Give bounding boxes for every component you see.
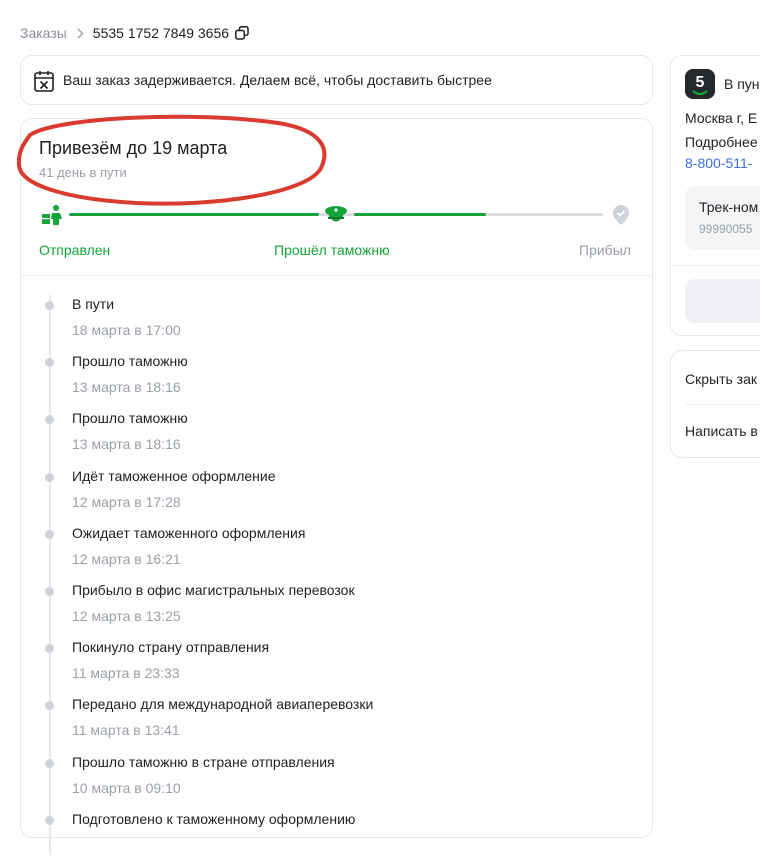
event-time: 12 марта в 17:28: [72, 493, 181, 510]
breadcrumb: Заказы 5535 1752 7849 3656: [20, 24, 249, 42]
pickup-action-button[interactable]: П: [685, 279, 760, 323]
event-time: 12 марта в 16:21: [72, 550, 181, 567]
event-title: Ожидает таможенного оформления: [72, 524, 306, 541]
order-actions-card: Скрыть зак Написать в: [670, 350, 760, 458]
event-time: 11 марта в 13:41: [72, 722, 180, 739]
event-time: 12 марта в 13:25: [72, 608, 181, 624]
courier-parcel-icon: [41, 204, 65, 226]
tracking-event: Идёт таможенное оформление 12 марта в 17:…: [21, 468, 621, 525]
event-title: Передано для международной авиаперевозки: [72, 696, 374, 713]
event-time: 18 марта в 17:00: [72, 322, 181, 338]
chevron-right-icon: [77, 27, 84, 39]
timeline-dot: [45, 644, 54, 654]
pickup-card: 5 В пун Москва г, Е Подробнее 8-800-511-…: [670, 55, 760, 336]
tracking-event: Покинуло страну отправления 11 марта в 23…: [21, 639, 621, 696]
timeline-dot: [45, 358, 54, 368]
timeline-dot: [45, 472, 54, 482]
card-divider: [21, 275, 652, 276]
timeline-dot: [45, 815, 54, 825]
tracking-event: Подготовлено к таможенному оформлению: [21, 811, 621, 868]
progress-fill-second: [354, 213, 486, 216]
breadcrumb-orders-link[interactable]: Заказы: [20, 25, 67, 41]
delay-notice: Ваш заказ задерживается. Делаем всё, что…: [20, 55, 653, 105]
timeline-dot: [45, 301, 54, 310]
pickup-provider-logo: 5: [685, 69, 715, 99]
event-time: 11 марта в 23:33: [72, 665, 180, 682]
event-title: В пути: [72, 296, 115, 312]
stage-customs-label: Прошёл таможню: [274, 242, 390, 258]
stage-sent-label: Отправлен: [39, 242, 111, 258]
destination-pin-icon: [612, 204, 630, 226]
delay-notice-text: Ваш заказ задерживается. Делаем всё, что…: [63, 72, 492, 88]
pickup-address: Москва г, Е: [685, 110, 758, 126]
order-number: 5535 1752 7849 3656: [92, 25, 230, 41]
tracking-event: Прибыло в офис магистральных перевозок 12…: [21, 582, 621, 639]
timeline-dot: [45, 758, 54, 768]
actions-divider: [685, 404, 760, 405]
event-title: Прошло таможню: [72, 353, 188, 370]
tracking-event: Прошло таможню 13 марта в 18:16: [21, 353, 621, 410]
tracking-card: Привезём до 19 марта 41 день в пути Отпр…: [20, 118, 653, 855]
tracking-event: В пути 18 марта в 17:00: [21, 296, 621, 353]
progress-fill: [69, 213, 319, 216]
stage-arrived-label: Прибыл: [579, 242, 631, 258]
event-title: Покинуло страну отправления: [72, 639, 270, 656]
event-title: Прошло таможню в стране отправления: [72, 753, 335, 770]
copy-icon[interactable]: [235, 26, 249, 40]
event-time: 13 марта в 18:16: [72, 379, 181, 396]
tracking-event: Передано для международной авиаперевозки…: [21, 696, 621, 753]
write-message-button[interactable]: Написать в: [685, 423, 758, 439]
delivery-date-title: Привезём до 19 марта: [39, 138, 228, 158]
event-title: Прошло таможню: [72, 410, 188, 427]
event-title: Прибыло в офис магистральных перевозок: [72, 582, 355, 598]
customs-officer-cap-icon: [323, 205, 349, 225]
timeline-dot: [45, 415, 54, 425]
timeline-dot: [45, 701, 54, 711]
track-number-box[interactable]: Трек-ном 99990055: [685, 186, 760, 250]
pickup-phone[interactable]: 8-800-511-: [685, 155, 752, 171]
track-number-label: Трек-ном: [699, 199, 759, 215]
calendar-cross-icon: [34, 70, 54, 92]
hide-order-button[interactable]: Скрыть зак: [685, 371, 757, 387]
event-title: Подготовлено к таможенному оформлению: [72, 810, 356, 827]
pickup-divider: [671, 265, 760, 266]
pickup-heading: В пун: [724, 76, 760, 92]
tracking-event: Прошло таможню в стране отправления 10 ма…: [21, 754, 621, 811]
event-time: 10 марта в 09:10: [72, 779, 181, 796]
tracking-event: Прошло таможню 13 марта в 18:16: [21, 410, 621, 467]
event-title: Идёт таможенное оформление: [72, 467, 276, 484]
pickup-details-link[interactable]: Подробнее: [685, 134, 758, 150]
tracking-event: Ожидает таможенного оформления 12 марта в…: [21, 525, 621, 582]
track-number-value: 99990055: [699, 222, 753, 236]
event-time: 13 марта в 18:16: [72, 436, 181, 453]
timeline-dot: [45, 587, 54, 596]
days-in-transit: 41 день в пути: [39, 165, 127, 180]
timeline-dot: [45, 529, 54, 539]
